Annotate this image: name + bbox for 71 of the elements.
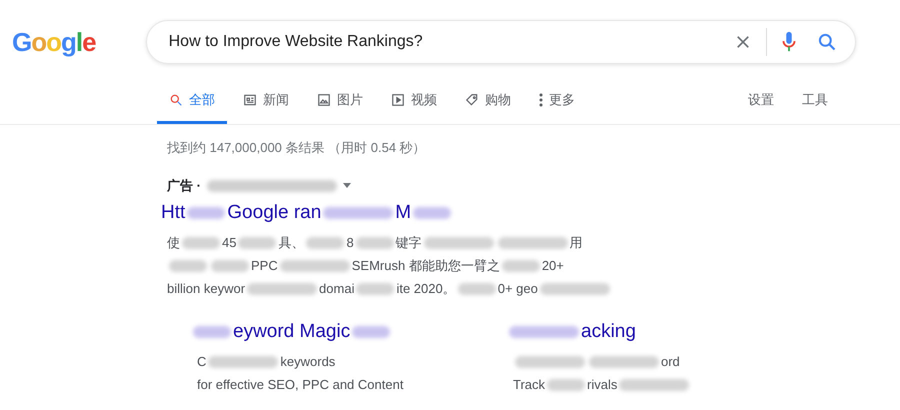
snippet-text: 8	[346, 235, 354, 250]
redacted-text	[187, 207, 226, 219]
snippet-text: 键字	[396, 234, 422, 252]
search-icon	[169, 93, 183, 107]
search-tab[interactable]: 新闻	[231, 91, 301, 124]
redacted-text	[509, 326, 579, 338]
result-title-text[interactable]: Google ran	[227, 202, 322, 224]
snippet-text: 45	[222, 235, 236, 250]
toolbar-link[interactable]: 设置	[748, 91, 774, 109]
ad-label: 广告 ·	[167, 177, 201, 195]
snippet-text: ite 2020。	[396, 280, 456, 298]
redacted-text	[208, 356, 278, 368]
more-icon	[539, 93, 543, 107]
search-icon[interactable]	[816, 32, 837, 52]
snippet-text: billion keywor	[167, 281, 246, 296]
snippet-text: domai	[319, 281, 354, 296]
snippet-text: SEMrush 都能助您一臂之	[352, 256, 500, 274]
redacted-text	[540, 282, 610, 294]
redacted-text	[619, 378, 690, 390]
snippet-text: ord	[661, 354, 680, 369]
snippet-text: 0+ geo	[498, 281, 538, 296]
search-tab[interactable]: 全部	[157, 91, 227, 124]
snippet-text: 使	[167, 234, 180, 252]
redacted-text	[356, 282, 394, 294]
redacted-text	[169, 260, 207, 272]
result-stats: 找到约 147,000,000 条结果 （用时 0.54 秒）	[167, 139, 427, 157]
search-tab[interactable]: 购物	[453, 91, 523, 124]
toolbar-link[interactable]: 工具	[802, 91, 828, 109]
search-tab[interactable]: 图片	[305, 91, 375, 124]
redacted-text	[238, 236, 276, 248]
redacted-text	[306, 236, 344, 248]
redacted-text	[193, 326, 231, 338]
search-tab[interactable]: 视频	[379, 91, 449, 124]
snippet-text: Track	[513, 377, 546, 392]
redacted-text	[352, 326, 390, 338]
result-title-text[interactable]: eyword Magic	[233, 321, 350, 343]
result-title-text[interactable]: M	[395, 202, 412, 224]
search-bar[interactable]: How to Improve Website Rankings?	[146, 20, 856, 64]
redacted-text	[458, 282, 496, 294]
search-tab[interactable]: 更多	[527, 91, 587, 124]
redacted-text	[356, 236, 394, 248]
microphone-icon[interactable]	[780, 31, 797, 53]
redacted-text	[547, 378, 586, 390]
redacted-text	[502, 260, 540, 272]
snippet-text: keywords	[280, 354, 336, 369]
caret-icon[interactable]	[342, 183, 351, 189]
redacted-text	[413, 207, 452, 219]
snippet-text: PPC	[251, 258, 278, 273]
search-field[interactable]: How to Improve Website Rankings?	[166, 32, 734, 52]
play-icon	[391, 93, 405, 107]
snippet-text: 20+	[542, 258, 564, 273]
image-icon	[317, 93, 331, 107]
redacted-text	[515, 356, 585, 368]
snippet-text: for effective SEO, PPC and Content	[197, 377, 404, 392]
redacted-text	[498, 236, 568, 248]
tag-icon	[465, 93, 479, 107]
redacted-text	[211, 260, 249, 272]
redacted-text	[424, 236, 494, 248]
redacted-text	[182, 236, 220, 248]
result-title-text[interactable]: acking	[581, 321, 636, 343]
snippet-text: 具、	[278, 234, 304, 252]
redacted-text	[589, 356, 659, 368]
snippet-text: C	[197, 354, 206, 369]
newspaper-icon	[243, 93, 257, 107]
snippet-text: 用	[570, 234, 583, 252]
result-title-text[interactable]: Htt	[161, 202, 186, 224]
redacted-text	[247, 282, 318, 294]
redacted-text	[280, 260, 350, 272]
google-logo[interactable]: Google	[12, 26, 96, 58]
snippet-text: rivals	[587, 377, 618, 392]
redacted-text	[323, 207, 394, 219]
